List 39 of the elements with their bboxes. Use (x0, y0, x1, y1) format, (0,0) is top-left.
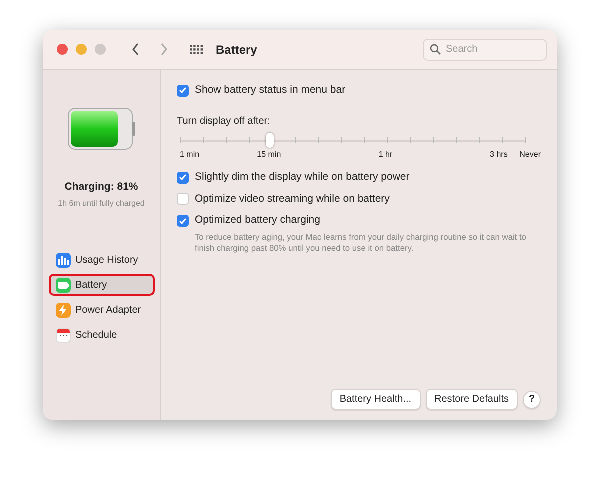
slider-track[interactable] (180, 132, 525, 147)
forward-icon[interactable] (160, 43, 168, 56)
calendar-icon (56, 328, 70, 343)
sidebar-item[interactable]: Usage History (48, 249, 154, 272)
sidebar-item[interactable]: Battery (48, 274, 154, 296)
checkbox-label: Optimize video streaming while on battery (195, 192, 390, 206)
tick-label: Never (520, 148, 541, 161)
battery-icon (68, 108, 136, 150)
minimize-button[interactable] (76, 44, 87, 55)
search-icon (430, 44, 441, 54)
battery-icon (56, 278, 70, 293)
bar-chart-icon (56, 252, 70, 268)
sidebar-item[interactable]: Power Adapter (48, 299, 154, 322)
action-button[interactable]: Restore Defaults (426, 389, 518, 410)
description-text: To reduce battery aging, your Mac learns from your daily charging routine so it can wait to finish charging past 80% until you need to use it on battery. (195, 232, 528, 253)
charging-status: Charging: 81% (64, 180, 138, 195)
tick-label: 1 hr (378, 148, 393, 161)
tick-label: 15 min (257, 148, 282, 161)
checkbox[interactable] (177, 84, 189, 97)
action-button[interactable]: Battery Health... (330, 389, 421, 410)
help-button[interactable]: ? (523, 390, 541, 408)
back-icon[interactable] (132, 43, 140, 56)
grid-icon[interactable] (190, 44, 204, 54)
checkbox[interactable] (177, 215, 189, 228)
window-title: Battery (216, 42, 258, 58)
close-button[interactable] (57, 44, 68, 55)
slider-thumb[interactable] (266, 132, 274, 148)
tick-label: 3 hrs (490, 148, 508, 161)
lightning-icon (56, 302, 70, 318)
checkbox-label: Show battery status in menu bar (195, 83, 346, 98)
charge-time-remaining: 1h 6m until fully charged (58, 198, 145, 210)
checkbox-label: Optimized battery charging (195, 213, 320, 228)
checkbox-label: Slightly dim the display while on battery power (195, 170, 410, 185)
checkbox[interactable] (177, 193, 189, 206)
checkbox[interactable] (177, 172, 189, 184)
tick-label: 1 min (180, 148, 200, 161)
sidebar-item[interactable]: Schedule (48, 324, 154, 346)
slider-label: Turn display off after: (177, 114, 272, 129)
search-field[interactable]: Search (423, 38, 547, 60)
